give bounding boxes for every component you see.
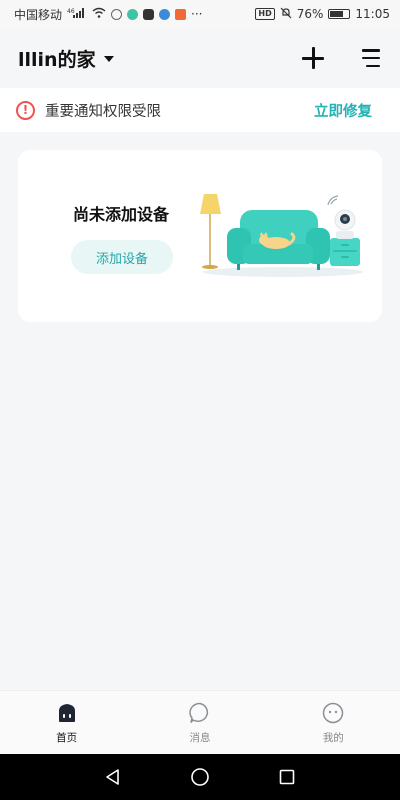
signal-icon: 46 xyxy=(67,7,87,21)
sync-icon xyxy=(111,8,123,20)
device-card: 尚未添加设备 添加设备 xyxy=(18,150,382,322)
warning-icon: ! xyxy=(16,100,35,120)
fix-now-link[interactable]: 立即修复 xyxy=(314,100,372,121)
home-name: lllin的家 xyxy=(18,48,96,71)
home-icon xyxy=(58,703,75,722)
recents-button[interactable] xyxy=(275,765,299,789)
battery-icon xyxy=(328,9,351,19)
status-bar: 中国移动 46 ··· HD 76% 11:05 xyxy=(0,0,400,28)
app-icon xyxy=(159,8,171,20)
profile-icon xyxy=(323,702,344,723)
nav-profile-label: 我的 xyxy=(322,731,344,744)
status-left: 中国移动 46 ··· xyxy=(14,6,202,23)
mute-icon xyxy=(280,7,292,22)
empty-devices-text: 尚未添加设备 xyxy=(73,205,170,224)
recents-square-icon xyxy=(279,769,294,785)
home-circle-icon xyxy=(191,768,209,786)
back-button[interactable] xyxy=(101,765,125,789)
plus-icon[interactable] xyxy=(302,47,324,69)
bottom-navigation: 首页 消息 我的 xyxy=(0,690,400,754)
system-navigation-bar xyxy=(0,754,400,800)
app-header: lllin的家 xyxy=(0,28,400,88)
hd-icon: HD xyxy=(255,8,275,20)
add-device-button[interactable]: 添加设备 xyxy=(71,240,173,274)
battery-percent: 76% xyxy=(296,7,324,21)
battery-fill xyxy=(330,11,344,17)
caret-down-icon xyxy=(103,56,114,62)
wifi-icon xyxy=(92,7,106,21)
nav-home-label: 首页 xyxy=(56,731,78,744)
header-actions xyxy=(302,47,380,69)
back-triangle-icon xyxy=(106,769,120,785)
sofa-illustration xyxy=(200,194,363,277)
location-icon xyxy=(127,8,139,20)
menu-icon[interactable] xyxy=(358,49,380,67)
nav-home[interactable]: 首页 xyxy=(27,701,107,745)
notification-app-icon xyxy=(175,8,187,20)
nav-messages[interactable]: 消息 xyxy=(160,701,240,745)
svg-text:46: 46 xyxy=(67,8,75,15)
nav-profile[interactable]: 我的 xyxy=(293,701,373,745)
clock: 11:05 xyxy=(355,7,390,21)
more-notifications-icon: ··· xyxy=(191,7,203,21)
home-selector[interactable]: lllin的家 xyxy=(18,45,114,72)
notice-message: ! 重要通知权限受限 xyxy=(16,100,161,121)
carrier-name: 中国移动 xyxy=(14,7,63,22)
chat-icon xyxy=(143,8,155,20)
notice-text: 重要通知权限受限 xyxy=(45,103,161,120)
home-button[interactable] xyxy=(188,765,212,789)
status-right: HD 76% 11:05 xyxy=(255,7,390,22)
nav-messages-label: 消息 xyxy=(189,731,211,744)
message-icon xyxy=(189,702,209,723)
permission-notice[interactable]: ! 重要通知权限受限 立即修复 xyxy=(0,88,400,132)
